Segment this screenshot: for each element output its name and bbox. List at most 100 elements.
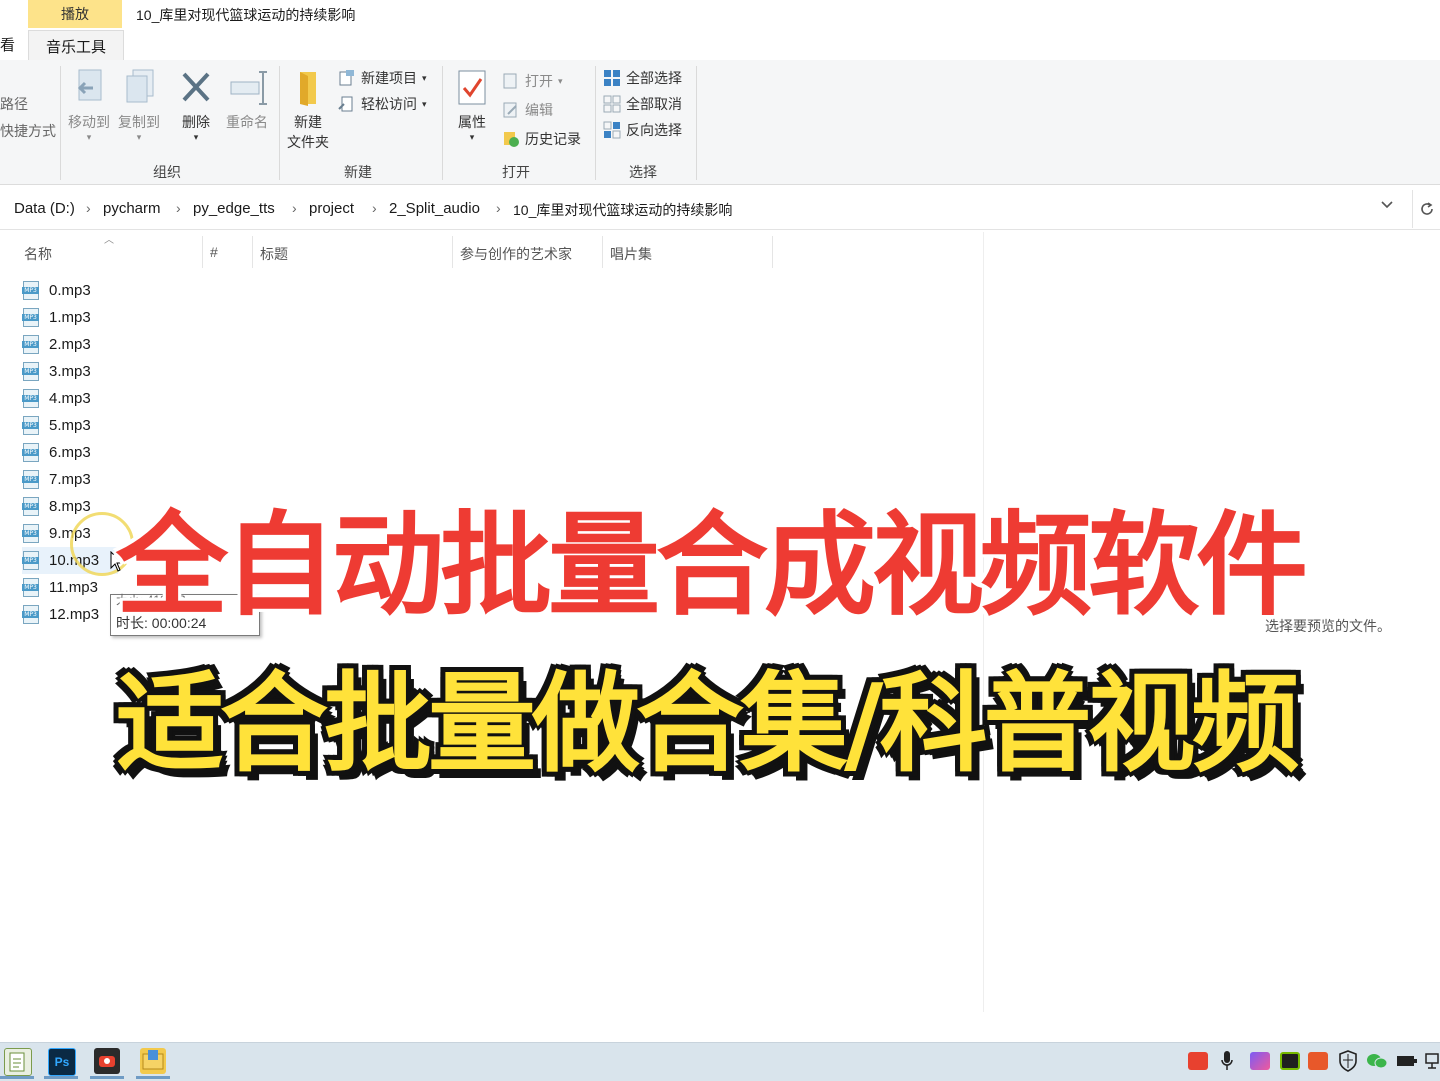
mp3-file-icon: MP3 xyxy=(22,523,41,544)
column-divider[interactable] xyxy=(202,236,203,268)
move-to-button[interactable]: 移动到 ▾ xyxy=(64,68,114,143)
file-name: 6.mp3 xyxy=(49,444,91,461)
refresh-icon[interactable] xyxy=(1412,190,1440,228)
file-row[interactable]: MP3 1.mp3 xyxy=(22,304,182,331)
recording-tray-icon[interactable] xyxy=(1188,1052,1208,1070)
copy-to-icon xyxy=(121,68,157,108)
mp3-file-icon: MP3 xyxy=(22,496,41,517)
move-to-label: 移动到 xyxy=(68,114,110,130)
file-row[interactable]: MP3 0.mp3 xyxy=(22,277,182,304)
network-icon[interactable] xyxy=(1424,1052,1440,1074)
ribbon xyxy=(0,60,1440,185)
breadcrumb-chevron-icon[interactable]: › xyxy=(372,200,377,216)
file-row[interactable]: MP3 3.mp3 xyxy=(22,358,182,385)
column-divider[interactable] xyxy=(602,236,603,268)
breadcrumb-pycharm[interactable]: pycharm xyxy=(103,200,161,217)
tab-music-tools[interactable]: 音乐工具 xyxy=(28,30,124,61)
ribbon-separator xyxy=(60,66,61,180)
wechat-icon[interactable] xyxy=(1366,1052,1388,1074)
easy-access-button[interactable]: 轻松访问 ▾ xyxy=(338,94,427,114)
battery-icon[interactable] xyxy=(1396,1054,1418,1072)
mp3-file-icon: MP3 xyxy=(22,550,41,571)
address-history-chevron-down-icon[interactable] xyxy=(1380,198,1394,215)
open-button[interactable]: 打开 ▾ xyxy=(502,71,563,91)
sort-ascending-icon: ︿ xyxy=(104,235,114,246)
file-name: 12.mp3 xyxy=(49,606,100,623)
shield-icon[interactable] xyxy=(1338,1050,1358,1076)
breadcrumb-chevron-icon[interactable]: › xyxy=(176,200,181,216)
file-name: 1.mp3 xyxy=(49,309,91,326)
taskbar-active-indicator xyxy=(90,1076,124,1079)
invert-selection-icon xyxy=(603,121,621,139)
invert-selection-button[interactable]: 反向选择 xyxy=(603,120,682,140)
file-name: 5.mp3 xyxy=(49,417,91,434)
breadcrumb-chevron-icon[interactable]: › xyxy=(86,200,91,216)
file-name: 2.mp3 xyxy=(49,336,91,353)
overlay-subheadline: 适合批量做合集/科普视频 xyxy=(116,662,1299,787)
breadcrumb-current-folder[interactable]: 10_库里对现代篮球运动的持续影响 xyxy=(513,200,732,220)
delete-icon xyxy=(178,68,214,108)
copy-to-label: 复制到 xyxy=(118,114,160,130)
file-name: 0.mp3 xyxy=(49,282,91,299)
cc-tray-icon[interactable] xyxy=(1308,1052,1328,1070)
invert-selection-label: 反向选择 xyxy=(626,122,682,138)
file-name: 11.mp3 xyxy=(49,579,98,596)
new-folder-button[interactable]: 新建 文件夹 xyxy=(284,68,332,152)
column-divider[interactable] xyxy=(772,236,773,268)
rename-icon xyxy=(229,68,267,108)
breadcrumb-chevron-icon[interactable]: › xyxy=(496,200,501,216)
easy-access-icon xyxy=(338,95,356,113)
edit-label: 编辑 xyxy=(525,102,553,118)
column-header-album[interactable]: 唱片集 xyxy=(610,244,652,264)
properties-button[interactable]: 属性 ▾ xyxy=(452,68,492,143)
ribbon-separator xyxy=(442,66,443,180)
ribbon-paste-shortcut-partial[interactable]: 快捷方式 xyxy=(0,121,56,141)
breadcrumb-project[interactable]: project xyxy=(309,200,354,217)
edit-icon xyxy=(502,101,520,119)
breadcrumb-chevron-icon[interactable]: › xyxy=(292,200,297,216)
delete-button[interactable]: 删除 ▾ xyxy=(176,68,216,143)
select-group-label: 选择 xyxy=(629,164,657,180)
new-item-button[interactable]: 新建项目 ▾ xyxy=(338,68,427,88)
select-all-button[interactable]: 全部选择 xyxy=(603,68,682,88)
app-tray-icon[interactable] xyxy=(1250,1052,1270,1070)
photoshop-icon[interactable]: Ps xyxy=(48,1048,76,1076)
nvidia-icon[interactable] xyxy=(1280,1052,1300,1070)
notepad-icon[interactable] xyxy=(4,1048,32,1076)
column-header-track-number[interactable]: # xyxy=(210,244,218,260)
file-row[interactable]: MP3 6.mp3 xyxy=(22,439,182,466)
breadcrumb-drive[interactable]: Data (D:) xyxy=(14,200,75,217)
ribbon-copy-path-partial[interactable]: 路径 xyxy=(0,94,28,114)
mp3-file-icon: MP3 xyxy=(22,280,41,301)
tab-view-partial[interactable]: 看 xyxy=(0,34,15,55)
column-divider[interactable] xyxy=(252,236,253,268)
select-none-icon xyxy=(603,95,621,113)
column-header-name[interactable]: 名称 xyxy=(24,244,52,264)
copy-to-button[interactable]: 复制到 ▾ xyxy=(114,68,164,143)
edit-button[interactable]: 编辑 xyxy=(502,100,553,120)
column-header-title[interactable]: 标题 xyxy=(260,244,288,264)
folder-icon xyxy=(290,68,326,108)
tab-play-context[interactable]: 播放 xyxy=(28,0,122,28)
recorder-icon[interactable] xyxy=(94,1048,120,1074)
history-button[interactable]: 历史记录 xyxy=(502,129,581,149)
file-name: 3.mp3 xyxy=(49,363,91,380)
ribbon-separator xyxy=(595,66,596,180)
history-icon xyxy=(502,130,520,148)
mp3-file-icon: MP3 xyxy=(22,469,41,490)
select-none-button[interactable]: 全部取消 xyxy=(603,94,682,114)
breadcrumb-split-audio[interactable]: 2_Split_audio xyxy=(389,200,480,217)
file-row[interactable]: MP3 5.mp3 xyxy=(22,412,182,439)
column-header-contributing-artists[interactable]: 参与创作的艺术家 xyxy=(460,244,572,264)
mp3-file-icon: MP3 xyxy=(22,604,41,625)
breadcrumb-py-edge-tts[interactable]: py_edge_tts xyxy=(193,200,275,217)
explorer-icon[interactable] xyxy=(140,1048,166,1074)
rename-button[interactable]: 重命名 xyxy=(222,68,272,132)
file-row[interactable]: MP3 2.mp3 xyxy=(22,331,182,358)
open-group-label: 打开 xyxy=(502,164,530,180)
mp3-file-icon: MP3 xyxy=(22,361,41,382)
file-row[interactable]: MP3 4.mp3 xyxy=(22,385,182,412)
column-divider[interactable] xyxy=(452,236,453,268)
history-label: 历史记录 xyxy=(525,131,581,147)
microphone-icon[interactable] xyxy=(1220,1050,1234,1076)
